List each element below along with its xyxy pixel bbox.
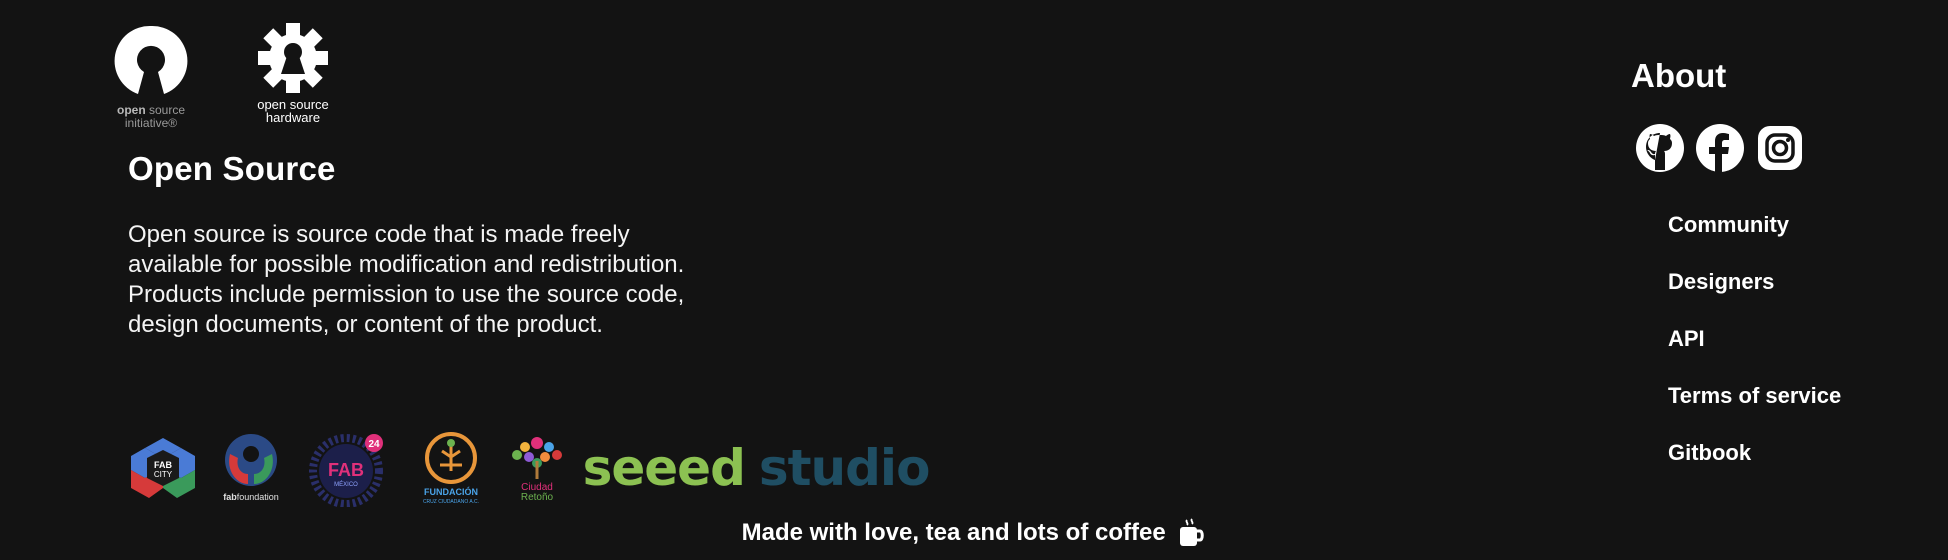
seeed-word: seeed xyxy=(582,439,746,497)
osh-logo-text: open source hardware xyxy=(257,97,329,125)
nav-link-community[interactable]: Community xyxy=(1668,212,1789,238)
nav-link-designers[interactable]: Designers xyxy=(1668,269,1774,295)
osi-keyhole-icon xyxy=(114,25,188,94)
fab-mexico-wreath-icon: FAB MÉXICO 24 xyxy=(309,434,383,507)
about-title: About xyxy=(1631,57,1727,94)
nav-link-terms-of-service[interactable]: Terms of service xyxy=(1668,383,1841,409)
fab-city-line1: FAB xyxy=(154,460,173,470)
ciudad-retono-logo[interactable]: Ciudad Retoño xyxy=(504,428,570,508)
fundacion-subtext: CRUZ CIUDADANO A.C. xyxy=(422,499,480,505)
coffee-cup-icon xyxy=(1180,518,1205,546)
fab-city-line2: CITY xyxy=(154,470,173,479)
open-source-title: Open Source xyxy=(128,150,336,187)
fab-city-logo[interactable]: FAB CITY xyxy=(128,428,198,508)
fab-mexico-badge: 24 xyxy=(368,439,380,450)
gear-icon xyxy=(258,23,328,93)
nav-link-api[interactable]: API xyxy=(1668,326,1705,352)
ciudad-retono-text-2: Retoño xyxy=(520,492,554,503)
tree-icon xyxy=(512,437,562,479)
studio-word: studio xyxy=(758,439,931,497)
osh-logo[interactable]: open source hardware xyxy=(248,22,338,130)
footer: Made with love, tea and lots of coffee xyxy=(0,518,1948,548)
facebook-icon[interactable] xyxy=(1696,124,1744,172)
fundacion-icon xyxy=(425,432,477,484)
fab-mexico-sub: MÉXICO xyxy=(334,481,358,488)
seeed-studio-logo[interactable]: seeed studio xyxy=(583,428,931,508)
osi-logo[interactable]: open source initiative® xyxy=(108,24,194,130)
footer-text: Made with love, tea and lots of coffee xyxy=(741,519,1166,546)
open-source-description: Open source is source code that is made … xyxy=(128,221,685,338)
osi-logo-text: open source initiative® xyxy=(116,103,186,130)
github-icon[interactable] xyxy=(1636,124,1684,172)
fab-foundation-logo[interactable]: fabfoundation xyxy=(218,428,284,508)
fab-mexico-main: FAB xyxy=(328,460,364,480)
fundacion-logo[interactable]: FUNDACIÓN CRUZ CIUDADANO A.C. xyxy=(420,428,482,508)
fundacion-text: FUNDACIÓN xyxy=(424,487,478,497)
fab-city-hexagon-icon: FAB CITY xyxy=(131,438,195,498)
fab-foundation-text: fabfoundation xyxy=(223,492,279,502)
nav-link-gitbook[interactable]: Gitbook xyxy=(1668,440,1751,466)
fab-mexico-logo[interactable]: FAB MÉXICO 24 xyxy=(308,428,388,508)
fab-foundation-icon xyxy=(225,434,277,486)
instagram-icon[interactable] xyxy=(1756,124,1804,172)
